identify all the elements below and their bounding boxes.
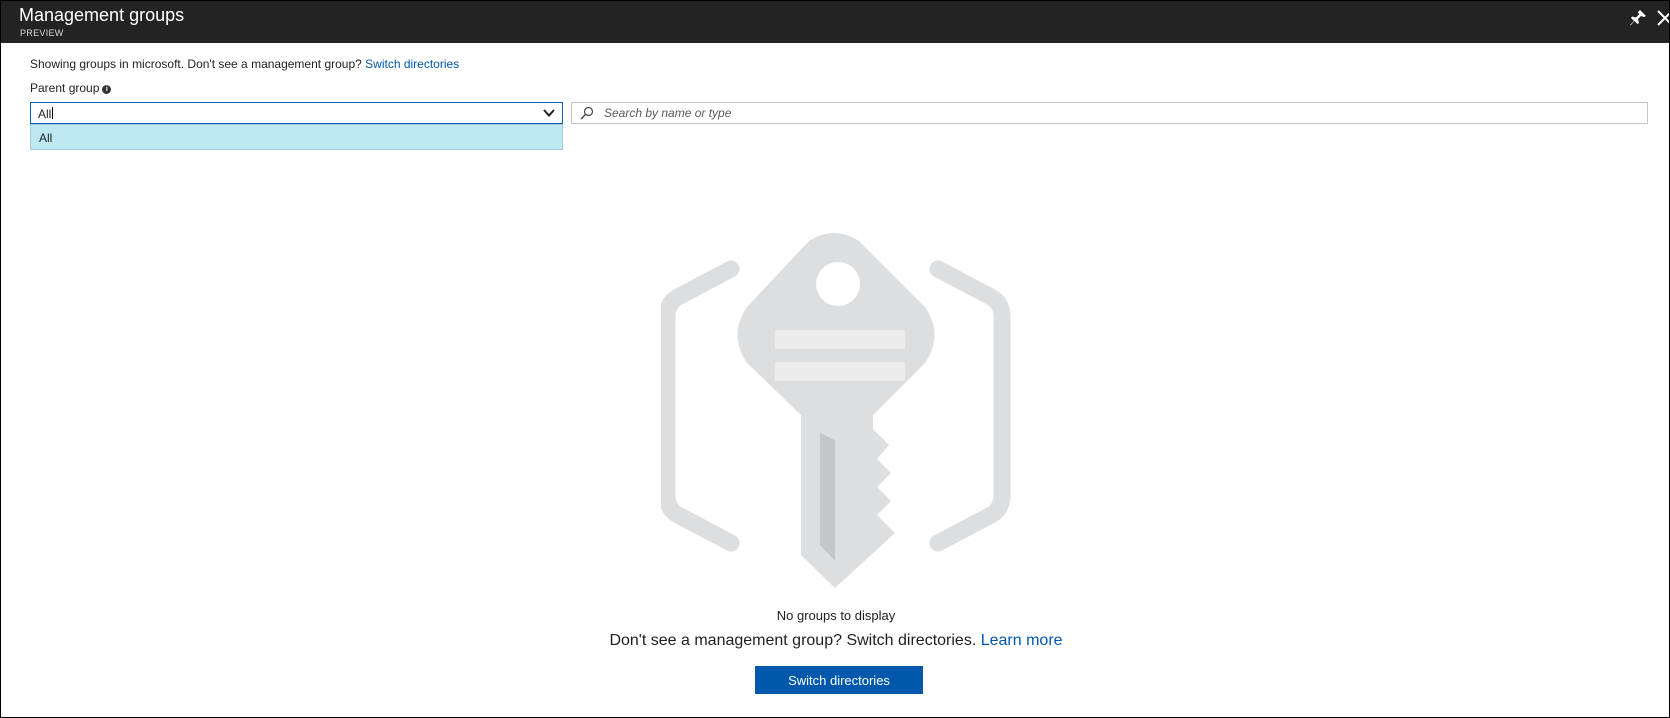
parent-group-dropdown-value: All	[38, 107, 54, 121]
blade-header: Management groups PREVIEW	[1, 1, 1669, 43]
search-box[interactable]	[571, 102, 1648, 124]
parent-group-label: Parent group i	[30, 81, 112, 95]
blade-subtitle: PREVIEW	[20, 28, 64, 38]
empty-state-title: No groups to display	[776, 608, 896, 623]
switch-directories-link[interactable]: Switch directories	[365, 57, 459, 71]
info-line: Showing groups in microsoft. Don't see a…	[30, 57, 459, 71]
dropdown-value-text: All	[38, 107, 52, 121]
empty-state-message: Don't see a management group? Switch dir…	[1, 632, 1669, 650]
info-text: Showing groups in microsoft. Don't see a…	[30, 57, 362, 71]
close-icon[interactable]	[1655, 5, 1669, 29]
empty-state-message-text: Don't see a management group? Switch dir…	[609, 632, 977, 649]
chevron-down-icon[interactable]	[543, 108, 555, 118]
parent-group-label-text: Parent group	[30, 81, 100, 95]
learn-more-link[interactable]: Learn more	[981, 632, 1063, 649]
parent-group-options: All	[30, 124, 563, 150]
info-icon[interactable]: i	[102, 85, 112, 94]
text-caret	[52, 107, 54, 119]
blade: Management groups PREVIEW Showing groups…	[0, 0, 1670, 718]
switch-directories-button[interactable]: Switch directories	[755, 666, 923, 694]
blade-title: Management groups	[19, 5, 185, 25]
pin-icon[interactable]	[1627, 7, 1649, 29]
search-input[interactable]	[604, 105, 1634, 121]
dropdown-option-all[interactable]: All	[39, 131, 52, 145]
search-icon	[580, 106, 594, 120]
parent-group-dropdown[interactable]: All	[30, 102, 563, 124]
key-icon	[661, 233, 1011, 588]
